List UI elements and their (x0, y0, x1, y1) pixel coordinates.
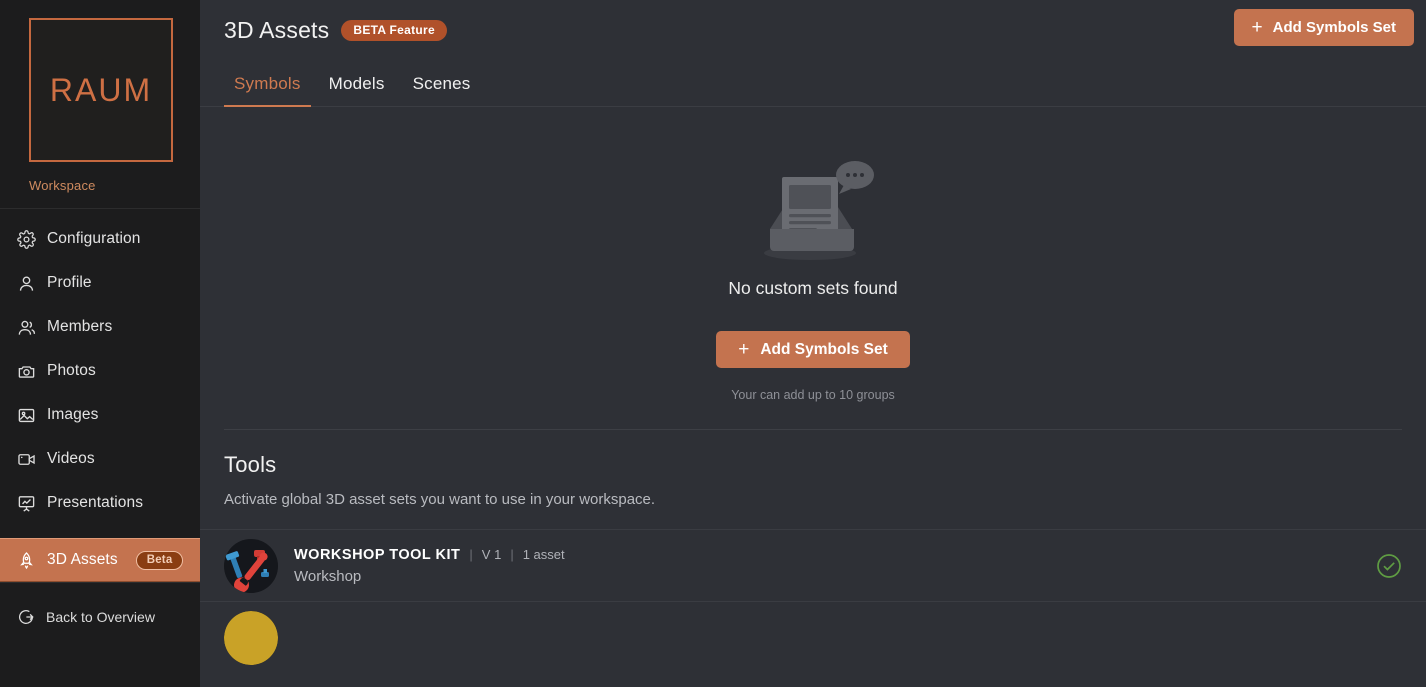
divider-glyph: | (510, 546, 514, 562)
beta-feature-badge: BETA Feature (341, 19, 447, 41)
sidebar-item-label: Videos (47, 450, 95, 467)
sidebar-item-members[interactable]: Members (0, 305, 200, 349)
table-row[interactable]: WORKSHOP TOOL KIT | V 1 | 1 asset Worksh… (200, 529, 1426, 601)
image-icon (18, 408, 35, 422)
sidebar-item-configuration[interactable]: Configuration (0, 217, 200, 261)
tools-section-header: Tools Activate global 3D asset sets you … (200, 430, 1426, 508)
sidebar-item-label: Presentations (47, 494, 144, 511)
tool-meta-line: WORKSHOP TOOL KIT | V 1 | 1 asset (294, 547, 1360, 563)
gear-icon (17, 229, 36, 249)
add-symbols-set-button-top[interactable]: + Add Symbols Set (1233, 9, 1414, 46)
back-to-overview-button[interactable]: Back to Overview (0, 595, 200, 639)
sidebar-item-presentations[interactable]: Presentations (0, 481, 200, 525)
plus-icon: + (738, 339, 750, 360)
empty-inbox-illustration (764, 161, 874, 260)
sidebar-nav: Configuration Profile Members Photos Ima… (0, 217, 200, 639)
empty-state: No custom sets found + Add Symbols Set Y… (200, 107, 1426, 402)
user-icon (19, 275, 34, 291)
tab-scenes[interactable]: Scenes (403, 74, 481, 106)
tab-models[interactable]: Models (319, 74, 395, 106)
sidebar-item-label: Configuration (47, 230, 141, 247)
presentation-icon (18, 495, 35, 512)
camera-icon (18, 365, 35, 378)
table-row[interactable] (200, 601, 1426, 673)
tool-kit-image (224, 538, 278, 593)
main-content: 3D Assets BETA Feature + Add Symbols Set… (200, 0, 1426, 687)
add-symbols-set-label: Add Symbols Set (760, 340, 888, 358)
back-to-overview-label: Back to Overview (46, 609, 155, 625)
tool-version: V 1 (481, 546, 502, 562)
plus-icon: + (1251, 17, 1263, 38)
video-icon (18, 453, 35, 465)
tab-symbols[interactable]: Symbols (224, 74, 311, 107)
sidebar-item-videos[interactable]: Videos (0, 437, 200, 481)
workshop-tools-thumbnail (224, 538, 278, 593)
sidebar-item-3d-assets[interactable]: 3D Assets Beta (0, 538, 200, 582)
tools-subtitle: Activate global 3D asset sets you want t… (224, 491, 656, 508)
tool-thumbnail-partial (224, 610, 278, 665)
logo-text: RAUM (49, 71, 153, 108)
workspace-label: Workspace (29, 178, 96, 193)
divider-glyph: | (469, 546, 473, 562)
app-root: RAUM Workspace Configuration Profile Mem… (0, 0, 1426, 687)
add-symbols-set-label: Add Symbols Set (1272, 19, 1396, 36)
sidebar-item-photos[interactable]: Photos (0, 349, 200, 393)
sidebar-item-label: 3D Assets (47, 551, 118, 568)
sidebar-item-label: Members (47, 318, 113, 335)
sidebar-beta-badge: Beta (135, 550, 184, 570)
tool-category: Workshop (294, 567, 362, 585)
page-header: 3D Assets BETA Feature + Add Symbols Set (200, 0, 1426, 60)
tool-info: WORKSHOP TOOL KIT | V 1 | 1 asset Worksh… (294, 547, 1360, 585)
rocket-icon (20, 551, 33, 569)
sidebar-item-images[interactable]: Images (0, 393, 200, 437)
sidebar-divider-top (0, 208, 200, 209)
sidebar-item-label: Images (47, 406, 99, 423)
sidebar-divider-bottom (0, 582, 200, 583)
tool-kit-image (224, 610, 278, 665)
sidebar: RAUM Workspace Configuration Profile Mem… (0, 0, 200, 687)
logo-box: RAUM (29, 18, 173, 162)
tab-bar: Symbols Models Scenes (200, 60, 1426, 107)
tools-title: Tools (224, 452, 277, 477)
tool-asset-count: 1 asset (522, 546, 565, 562)
tool-name: WORKSHOP TOOL KIT (294, 546, 461, 563)
sidebar-item-profile[interactable]: Profile (0, 261, 200, 305)
add-symbols-set-button-empty[interactable]: + Add Symbols Set (716, 331, 910, 368)
tools-list: WORKSHOP TOOL KIT | V 1 | 1 asset Worksh… (200, 529, 1426, 673)
logout-icon (19, 610, 34, 625)
workspace-logo[interactable]: RAUM (0, 0, 200, 162)
page-title: 3D Assets (224, 16, 330, 43)
users-icon (18, 320, 36, 335)
check-circle-icon[interactable] (1376, 553, 1402, 579)
empty-state-title: No custom sets found (728, 278, 898, 298)
empty-state-hint: Your can add up to 10 groups (731, 388, 895, 402)
sidebar-item-label: Profile (47, 274, 92, 291)
sidebar-item-label: Photos (47, 362, 96, 379)
